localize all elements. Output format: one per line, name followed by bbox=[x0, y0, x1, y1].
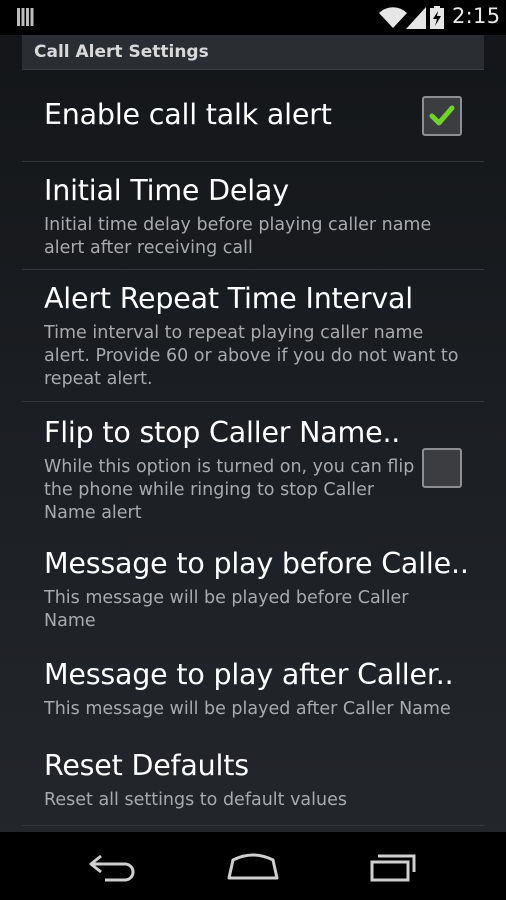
summary-line: Time interval to repeat playing caller n… bbox=[44, 323, 424, 343]
pref-message-after[interactable]: Message to play after Caller.. This mess… bbox=[22, 645, 484, 737]
pref-title: Alert Repeat Time Interval bbox=[44, 282, 414, 315]
pref-summary: Initial time delay before playing caller… bbox=[44, 214, 431, 260]
pref-enable-call-talk-alert[interactable]: Enable call talk alert bbox=[22, 70, 484, 161]
summary-line: alert. Provide 60 or above if you do not… bbox=[44, 346, 459, 366]
pref-summary: This message will be played after Caller… bbox=[44, 698, 451, 721]
status-bar: 2:15 bbox=[0, 0, 506, 35]
pref-initial-time-delay[interactable]: Initial Time Delay Initial time delay be… bbox=[22, 162, 484, 269]
summary-line: While this option is turned on, you can … bbox=[44, 457, 415, 477]
pref-title: Flip to stop Caller Name.. bbox=[44, 416, 401, 449]
wifi-icon bbox=[379, 7, 407, 29]
summary-line: This message will be played before Calle… bbox=[44, 588, 409, 608]
divider bbox=[22, 825, 484, 826]
pref-summary: This message will be played before Calle… bbox=[44, 587, 408, 633]
check-mark-icon bbox=[429, 105, 455, 126]
pref-title: Message to play after Caller.. bbox=[44, 658, 454, 691]
pref-summary: Reset all settings to default values bbox=[44, 789, 347, 812]
home-icon[interactable] bbox=[225, 850, 281, 886]
signal-icon bbox=[406, 7, 426, 29]
flip-to-stop-checkbox[interactable] bbox=[422, 448, 462, 488]
summary-line: Initial time delay before playing caller… bbox=[44, 215, 432, 235]
back-icon[interactable] bbox=[87, 850, 139, 886]
battery-icon bbox=[430, 6, 444, 29]
summary-line: the phone while ringing to stop Caller bbox=[44, 480, 375, 500]
pref-title: Reset Defaults bbox=[44, 749, 249, 782]
notification-icon bbox=[16, 8, 34, 26]
summary-line: Name bbox=[44, 611, 96, 631]
pref-alert-repeat-interval[interactable]: Alert Repeat Time Interval Time interval… bbox=[22, 270, 484, 401]
summary-line: alert after receiving call bbox=[44, 238, 253, 258]
status-time: 2:15 bbox=[452, 4, 501, 28]
pref-message-before[interactable]: Message to play before Calle.. This mess… bbox=[22, 535, 484, 645]
pref-title: Message to play before Calle.. bbox=[44, 547, 469, 580]
pref-reset-defaults[interactable]: Reset Defaults Reset all settings to def… bbox=[22, 737, 484, 825]
summary-line: Name alert bbox=[44, 503, 142, 523]
category-header: Call Alert Settings bbox=[22, 35, 484, 70]
recents-icon[interactable] bbox=[368, 850, 420, 886]
settings-screen: 2:15 Call Alert Settings Enable call tal… bbox=[0, 0, 506, 900]
summary-line: This message will be played after Caller… bbox=[44, 699, 451, 719]
summary-line: Reset all settings to default values bbox=[44, 790, 347, 810]
navigation-bar bbox=[0, 832, 506, 900]
pref-summary: While this option is turned on, you can … bbox=[44, 456, 414, 525]
category-label: Call Alert Settings bbox=[34, 42, 209, 62]
pref-title: Initial Time Delay bbox=[44, 174, 289, 207]
pref-flip-to-stop[interactable]: Flip to stop Caller Name.. While this op… bbox=[22, 402, 484, 533]
summary-line: repeat alert. bbox=[44, 369, 153, 389]
enable-alert-checkbox[interactable] bbox=[422, 96, 462, 136]
pref-summary: Time interval to repeat playing caller n… bbox=[44, 322, 459, 391]
pref-title: Enable call talk alert bbox=[44, 98, 332, 131]
